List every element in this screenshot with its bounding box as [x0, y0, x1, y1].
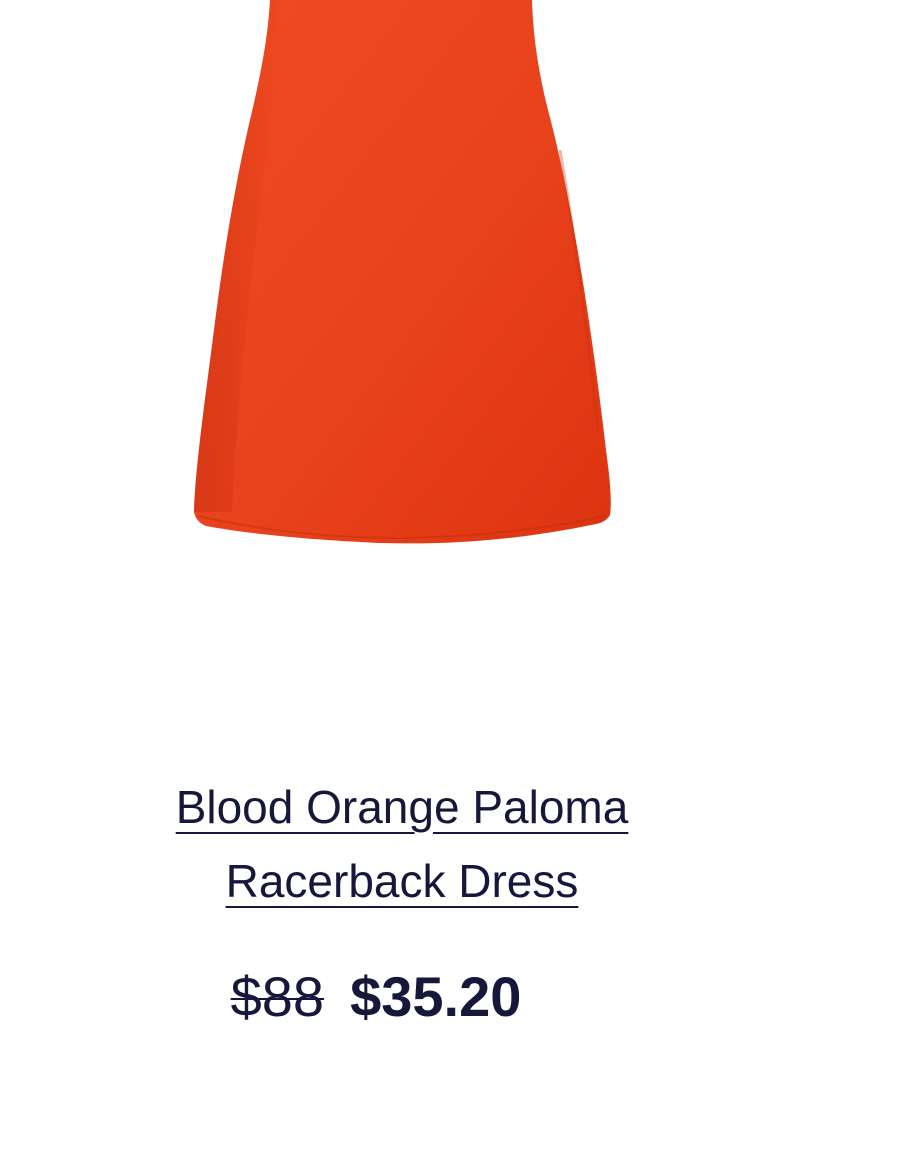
sale-price: $35.20 [350, 965, 522, 1028]
price-row: $88 $35.20 [0, 962, 744, 1032]
dress-shape [194, 0, 611, 544]
product-card: Blood Orange Paloma Racerback Dress $88 $… [0, 0, 900, 1160]
original-price: $88 [230, 965, 325, 1028]
product-title-link[interactable]: Blood Orange Paloma Racerback Dress [122, 770, 682, 918]
product-title-wrap: Blood Orange Paloma Racerback Dress [0, 770, 804, 918]
product-image [194, 0, 611, 544]
product-image-link[interactable] [0, 0, 900, 700]
